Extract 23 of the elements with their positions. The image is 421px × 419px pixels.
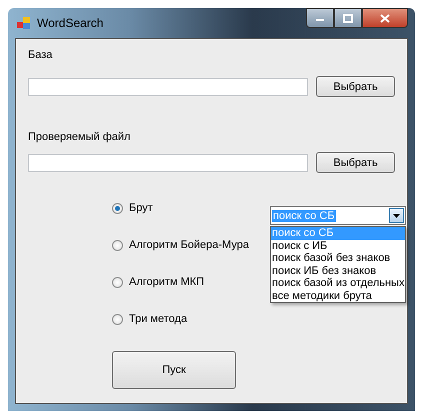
method-radio[interactable]: Брут [112, 201, 249, 215]
dropdown-option[interactable]: поиск с ИБ [271, 240, 405, 252]
maximize-button[interactable] [334, 8, 362, 28]
dropdown-option[interactable]: все методики брута [271, 290, 405, 302]
browse-button[interactable]: Выбрать [316, 76, 395, 97]
app-icon [17, 16, 31, 30]
browse-button[interactable]: Выбрать [316, 152, 395, 173]
method-radio[interactable]: Три метода [112, 312, 249, 326]
window-title: WordSearch [37, 16, 104, 30]
close-icon [380, 14, 390, 22]
dropdown-option[interactable]: поиск базой без знаков [271, 252, 405, 264]
close-button[interactable] [362, 8, 408, 28]
method-radio[interactable]: Алгоритм МКП [112, 275, 249, 289]
file-path-field[interactable] [28, 154, 308, 172]
base-path-field[interactable] [28, 78, 308, 96]
base-label: База [28, 49, 54, 61]
start-button[interactable]: Пуск [112, 351, 236, 389]
maximize-icon [343, 14, 353, 22]
file-label: Проверяемый файл [28, 131, 132, 143]
minimize-button[interactable] [306, 8, 334, 28]
dropdown-option[interactable]: поиск базой из отдельных [271, 277, 405, 290]
method-radio[interactable]: Алгоритм Бойера-Мура [112, 238, 249, 252]
dropdown-option[interactable]: поиск ИБ без знаков [271, 264, 405, 277]
